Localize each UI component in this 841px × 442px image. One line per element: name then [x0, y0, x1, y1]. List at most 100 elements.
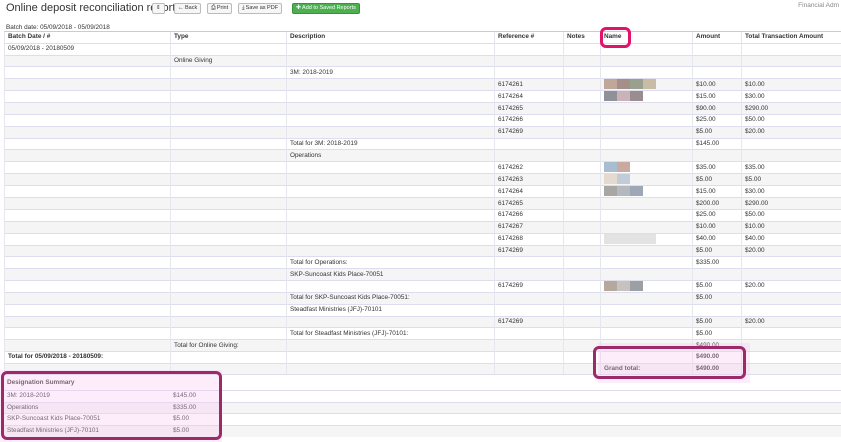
amount-cell: [692, 54, 742, 67]
name-cell: [600, 303, 693, 317]
amount-cell: $490.00: [692, 339, 742, 352]
table-row: 6174267 $10.00 $10.00: [4, 220, 841, 234]
notes-cell: [563, 291, 601, 305]
type-cell: [170, 220, 287, 234]
description-cell: [286, 54, 495, 67]
type-cell: [170, 173, 287, 186]
notes-cell: [563, 54, 601, 67]
type-cell: [170, 90, 287, 103]
add-saved-reports-button[interactable]: ✚Add to Saved Reports: [292, 3, 360, 14]
description-cell: [286, 113, 495, 127]
redacted-name-image: [604, 91, 689, 103]
name-cell: [600, 315, 693, 328]
amount-cell: $40.00: [692, 232, 742, 246]
batch-date-cell: [4, 291, 171, 305]
notes-cell: [563, 350, 601, 364]
total-cell: [741, 256, 841, 269]
table-row: 05/09/2018 - 20180509: [4, 42, 841, 56]
summary-label: Steadfast Ministries (JFJ)-70101: [4, 424, 170, 437]
col-notes[interactable]: Notes: [563, 31, 601, 44]
table-row: 6174263 $5.00 $5.00: [4, 173, 841, 186]
col-batch-date[interactable]: Batch Date / #: [4, 31, 171, 44]
reference-cell: [494, 268, 564, 281]
table-row: 6174262 $35.00 $35.00: [4, 161, 841, 174]
col-reference[interactable]: Reference #: [494, 31, 564, 44]
type-cell: [170, 197, 287, 210]
col-total-transaction[interactable]: Total Transaction Amount: [741, 31, 841, 44]
description-cell: SKP-Suncoast Kids Place-70051: [286, 268, 495, 281]
table-row: 6174265 $200.00 $290.00: [4, 197, 841, 210]
total-cell: $40.00: [741, 232, 841, 246]
print-button[interactable]: ⎙Print: [207, 3, 233, 14]
reference-cell: 6174264: [494, 185, 564, 198]
name-cell: [600, 161, 693, 174]
reference-cell: 6174266: [494, 208, 564, 222]
redacted-name-image: [604, 281, 689, 292]
description-cell: Total for 3M: 2018-2019: [286, 137, 495, 150]
reference-cell: 6174262: [494, 161, 564, 174]
table-row: 6174268 $40.00 $40.00: [4, 232, 841, 246]
batch-date-cell: [4, 90, 171, 103]
table-row: Total for Operations: $335.00: [4, 256, 841, 269]
type-cell: [170, 137, 287, 150]
name-cell: [600, 54, 693, 67]
type-cell: [170, 102, 287, 115]
amount-cell: [692, 66, 742, 79]
notes-cell: [563, 149, 601, 162]
notes-cell: [563, 42, 601, 56]
batch-date-cell: [4, 66, 171, 79]
total-cell: $20.00: [741, 125, 841, 139]
reference-cell: [494, 339, 564, 352]
batch-date-cell: [4, 220, 171, 234]
col-description[interactable]: Description: [286, 31, 495, 44]
batch-date-cell: [4, 137, 171, 150]
batch-date-cell: [4, 303, 171, 317]
col-type[interactable]: Type: [170, 31, 287, 44]
notes-cell: [563, 125, 601, 139]
description-cell: [286, 173, 495, 186]
col-name[interactable]: Name: [600, 31, 693, 44]
total-cell: $290.00: [741, 102, 841, 115]
reference-cell: [494, 42, 564, 56]
name-cell: [600, 42, 693, 56]
name-cell: [600, 125, 693, 139]
redacted-name-image: [604, 79, 689, 91]
name-cell: [600, 113, 693, 127]
reference-cell: [494, 256, 564, 269]
toggle-button[interactable]: ⇕: [152, 3, 165, 14]
save-pdf-button[interactable]: ⤓Save as PDF: [238, 3, 283, 14]
col-amount[interactable]: Amount: [692, 31, 742, 44]
summary-label: SKP-Suncoast Kids Place-70051: [4, 413, 170, 425]
total-cell: $20.00: [741, 244, 841, 257]
amount-cell: $5.00: [692, 327, 742, 340]
description-cell: Total for Operations:: [286, 256, 495, 269]
type-cell: [170, 244, 287, 257]
batch-date-cell: [4, 339, 171, 352]
batch-date-cell: [4, 173, 171, 186]
back-button[interactable]: ←Back: [174, 3, 202, 14]
summary-header-row: Designation Summary: [4, 374, 841, 391]
name-cell: [600, 279, 693, 293]
add-saved-label: Add to Saved Reports: [302, 5, 356, 11]
type-cell: [170, 315, 287, 328]
name-cell: [600, 173, 693, 186]
save-pdf-label: Save as PDF: [245, 5, 279, 11]
table-row: 6174264 $15.00 $30.00: [4, 90, 841, 103]
table-row: 6174264 $15.00 $30.00: [4, 185, 841, 198]
summary-amount: $5.00: [170, 413, 841, 425]
table-row: 6174269 $5.00 $20.00: [4, 244, 841, 257]
description-cell: [286, 78, 495, 91]
notes-cell: [563, 244, 601, 257]
name-cell: [600, 220, 693, 234]
type-cell: [170, 279, 287, 293]
summary-amount: $335.00: [170, 401, 841, 414]
batch-date-cell: Total for 05/09/2018 - 20180509:: [4, 350, 171, 364]
description-cell: [286, 220, 495, 234]
name-cell: [600, 149, 693, 162]
notes-cell: [563, 185, 601, 198]
amount-cell: $35.00: [692, 161, 742, 174]
notes-cell: [563, 256, 601, 269]
amount-cell: $15.00: [692, 90, 742, 103]
name-cell: [600, 268, 693, 281]
description-cell: [286, 232, 495, 246]
